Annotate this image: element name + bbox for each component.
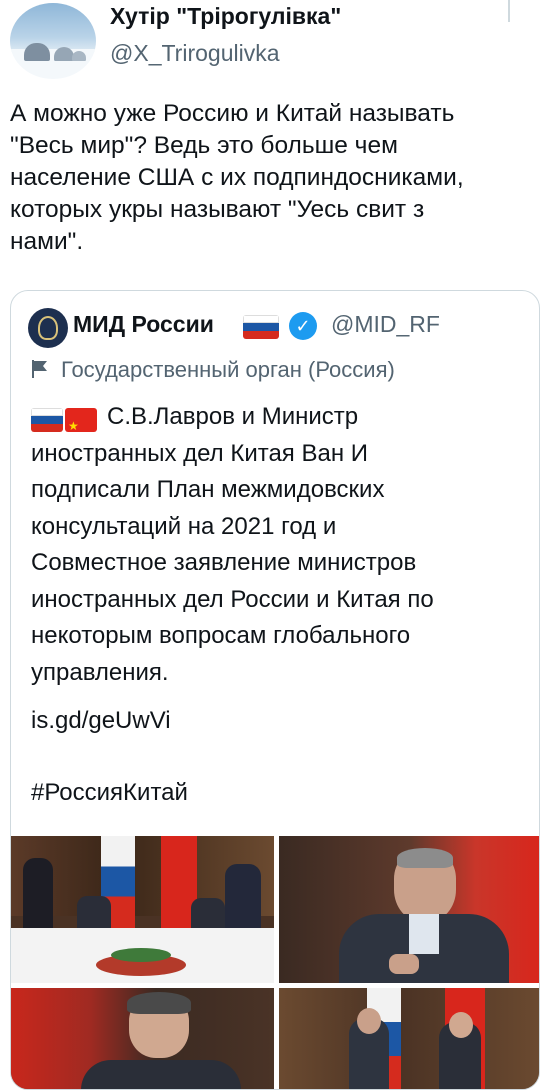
quoted-tweet-link[interactable]: is.gd/geUwVi [31, 707, 171, 735]
author-handle[interactable]: @X_Trirogulivka [110, 40, 280, 67]
russia-china-flags-icon [31, 401, 101, 444]
photo-lavrov-signing[interactable] [279, 836, 539, 983]
flag-label-icon [32, 360, 47, 378]
quoted-author-name[interactable]: МИД России [73, 311, 214, 338]
quoted-tweet-hashtag[interactable]: #РоссияКитай [31, 779, 188, 807]
thread-line [508, 0, 510, 22]
verified-badge-icon: ✓ [289, 312, 317, 340]
quoted-tweet-body: С.В.Лавров и Министр иностранных дел Кит… [31, 403, 434, 686]
government-label-text: Государственный орган (Россия) [61, 357, 395, 382]
quoted-author-handle[interactable]: @MID_RF [331, 311, 440, 338]
russia-flag-icon [243, 315, 279, 339]
quoted-tweet-text: С.В.Лавров и Министр иностранных дел Кит… [31, 399, 531, 691]
photo-handshake[interactable] [279, 988, 539, 1089]
government-label[interactable]: Государственный орган (Россия) [31, 357, 395, 383]
photo-wang-yi[interactable] [11, 988, 274, 1089]
author-avatar[interactable] [10, 3, 96, 79]
photo-signing-table[interactable] [11, 836, 274, 983]
author-name[interactable]: Хутір "Трірогулівка" [110, 3, 341, 30]
quoted-tweet-card[interactable]: МИД России ✓ @MID_RF Государственный орг… [10, 290, 540, 1090]
tweet-text: А можно уже Россию и Китай называть "Вес… [10, 100, 464, 255]
quoted-author-avatar[interactable] [28, 308, 68, 348]
